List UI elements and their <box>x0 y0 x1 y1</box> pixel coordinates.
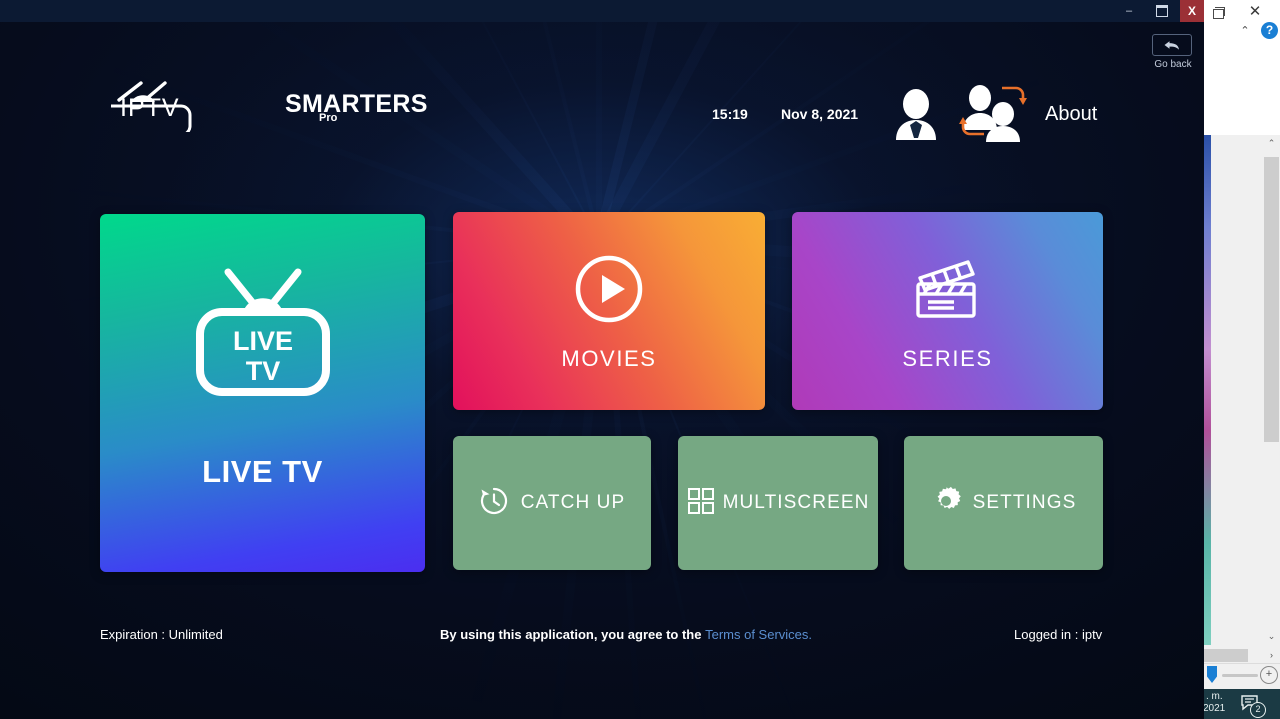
tile-catch-up[interactable]: CATCH UP <box>453 436 651 570</box>
horizontal-scrollbar[interactable]: › <box>1204 648 1280 663</box>
zoom-slider-track[interactable] <box>1222 674 1258 677</box>
tile-settings-label: SETTINGS <box>972 492 1077 513</box>
expiration-label: Expiration : Unlimited <box>100 627 223 642</box>
terms-prefix: By using this application, you agree to … <box>440 627 706 642</box>
header-date: Nov 8, 2021 <box>781 106 859 122</box>
tv-icon: LIVE TV <box>188 260 338 405</box>
iptv-smarters-app-window: – X Go back IPTV SMARTERS Pro 15:19 Nov … <box>0 0 1204 719</box>
clapperboard-icon <box>910 254 986 325</box>
tile-movies[interactable]: MOVIES <box>453 212 765 410</box>
gear-icon <box>931 486 961 521</box>
restore-icon[interactable] <box>1210 4 1226 20</box>
svg-text:TV: TV <box>245 356 280 386</box>
tile-live-tv[interactable]: LIVE TV LIVE TV <box>100 214 425 572</box>
about-link[interactable]: About <box>1045 103 1097 126</box>
minimize-button[interactable]: – <box>1114 0 1144 22</box>
taskbar-date: 2021 <box>1203 703 1226 714</box>
logged-in-label: Logged in : iptv <box>1014 627 1103 642</box>
clock-rewind-icon <box>479 486 509 521</box>
terms-notice: By using this application, you agree to … <box>440 627 812 642</box>
maximize-button[interactable] <box>1147 0 1177 22</box>
logo-smarters-text: SMARTERS <box>285 90 428 118</box>
play-circle-icon <box>574 254 644 329</box>
tile-multiscreen[interactable]: MULTISCREEN <box>678 436 878 570</box>
svg-text:LIVE: LIVE <box>232 326 292 356</box>
user-icon[interactable] <box>891 88 941 140</box>
go-back-label: Go back <box>1154 59 1192 70</box>
app-logo: IPTV SMARTERS Pro <box>101 70 427 132</box>
header-time: 15:19 <box>712 106 748 122</box>
tile-series[interactable]: SERIES <box>792 212 1103 410</box>
grid-four-icon <box>687 487 715 520</box>
logo-iptv-text: IPTV <box>120 94 180 122</box>
switch-user-icon[interactable] <box>958 84 1028 142</box>
close-button[interactable]: X <box>1180 0 1204 22</box>
screen: ✕ ⌃ ? ⌃ ⌄ › + . m. 2021 2 – X Go back IP… <box>0 0 1280 719</box>
scroll-down-icon[interactable]: ⌄ <box>1263 628 1280 645</box>
tile-multiscreen-label: MULTISCREEN <box>722 492 870 513</box>
zoom-in-icon[interactable]: + <box>1260 666 1278 684</box>
scroll-up-icon[interactable]: ⌃ <box>1263 135 1280 152</box>
notification-badge: 2 <box>1250 702 1266 718</box>
vertical-scrollbar[interactable]: ⌃ ⌄ <box>1263 135 1280 645</box>
scroll-right-icon[interactable]: › <box>1265 648 1278 663</box>
tile-live-tv-label: LIVE TV <box>202 454 323 489</box>
scrollbar-thumb[interactable] <box>1264 157 1279 442</box>
tile-settings[interactable]: SETTINGS <box>904 436 1103 570</box>
terms-of-services-link[interactable]: Terms of Services. <box>705 627 812 642</box>
back-arrow-icon <box>1152 34 1192 56</box>
help-icon[interactable]: ? <box>1261 22 1278 39</box>
tile-catch-up-label: CATCH UP <box>520 492 626 513</box>
scrollbar-thumb-horizontal[interactable] <box>1204 649 1248 662</box>
logo-pro-text: Pro <box>319 112 338 124</box>
tile-series-label: SERIES <box>902 346 993 371</box>
chevron-up-icon[interactable]: ⌃ <box>1238 24 1252 38</box>
close-icon[interactable]: ✕ <box>1246 3 1264 21</box>
app-titlebar <box>0 0 1204 22</box>
go-back-button[interactable]: Go back <box>1152 34 1194 70</box>
tile-movies-label: MOVIES <box>561 346 657 371</box>
background-photo-edge <box>1204 135 1211 645</box>
